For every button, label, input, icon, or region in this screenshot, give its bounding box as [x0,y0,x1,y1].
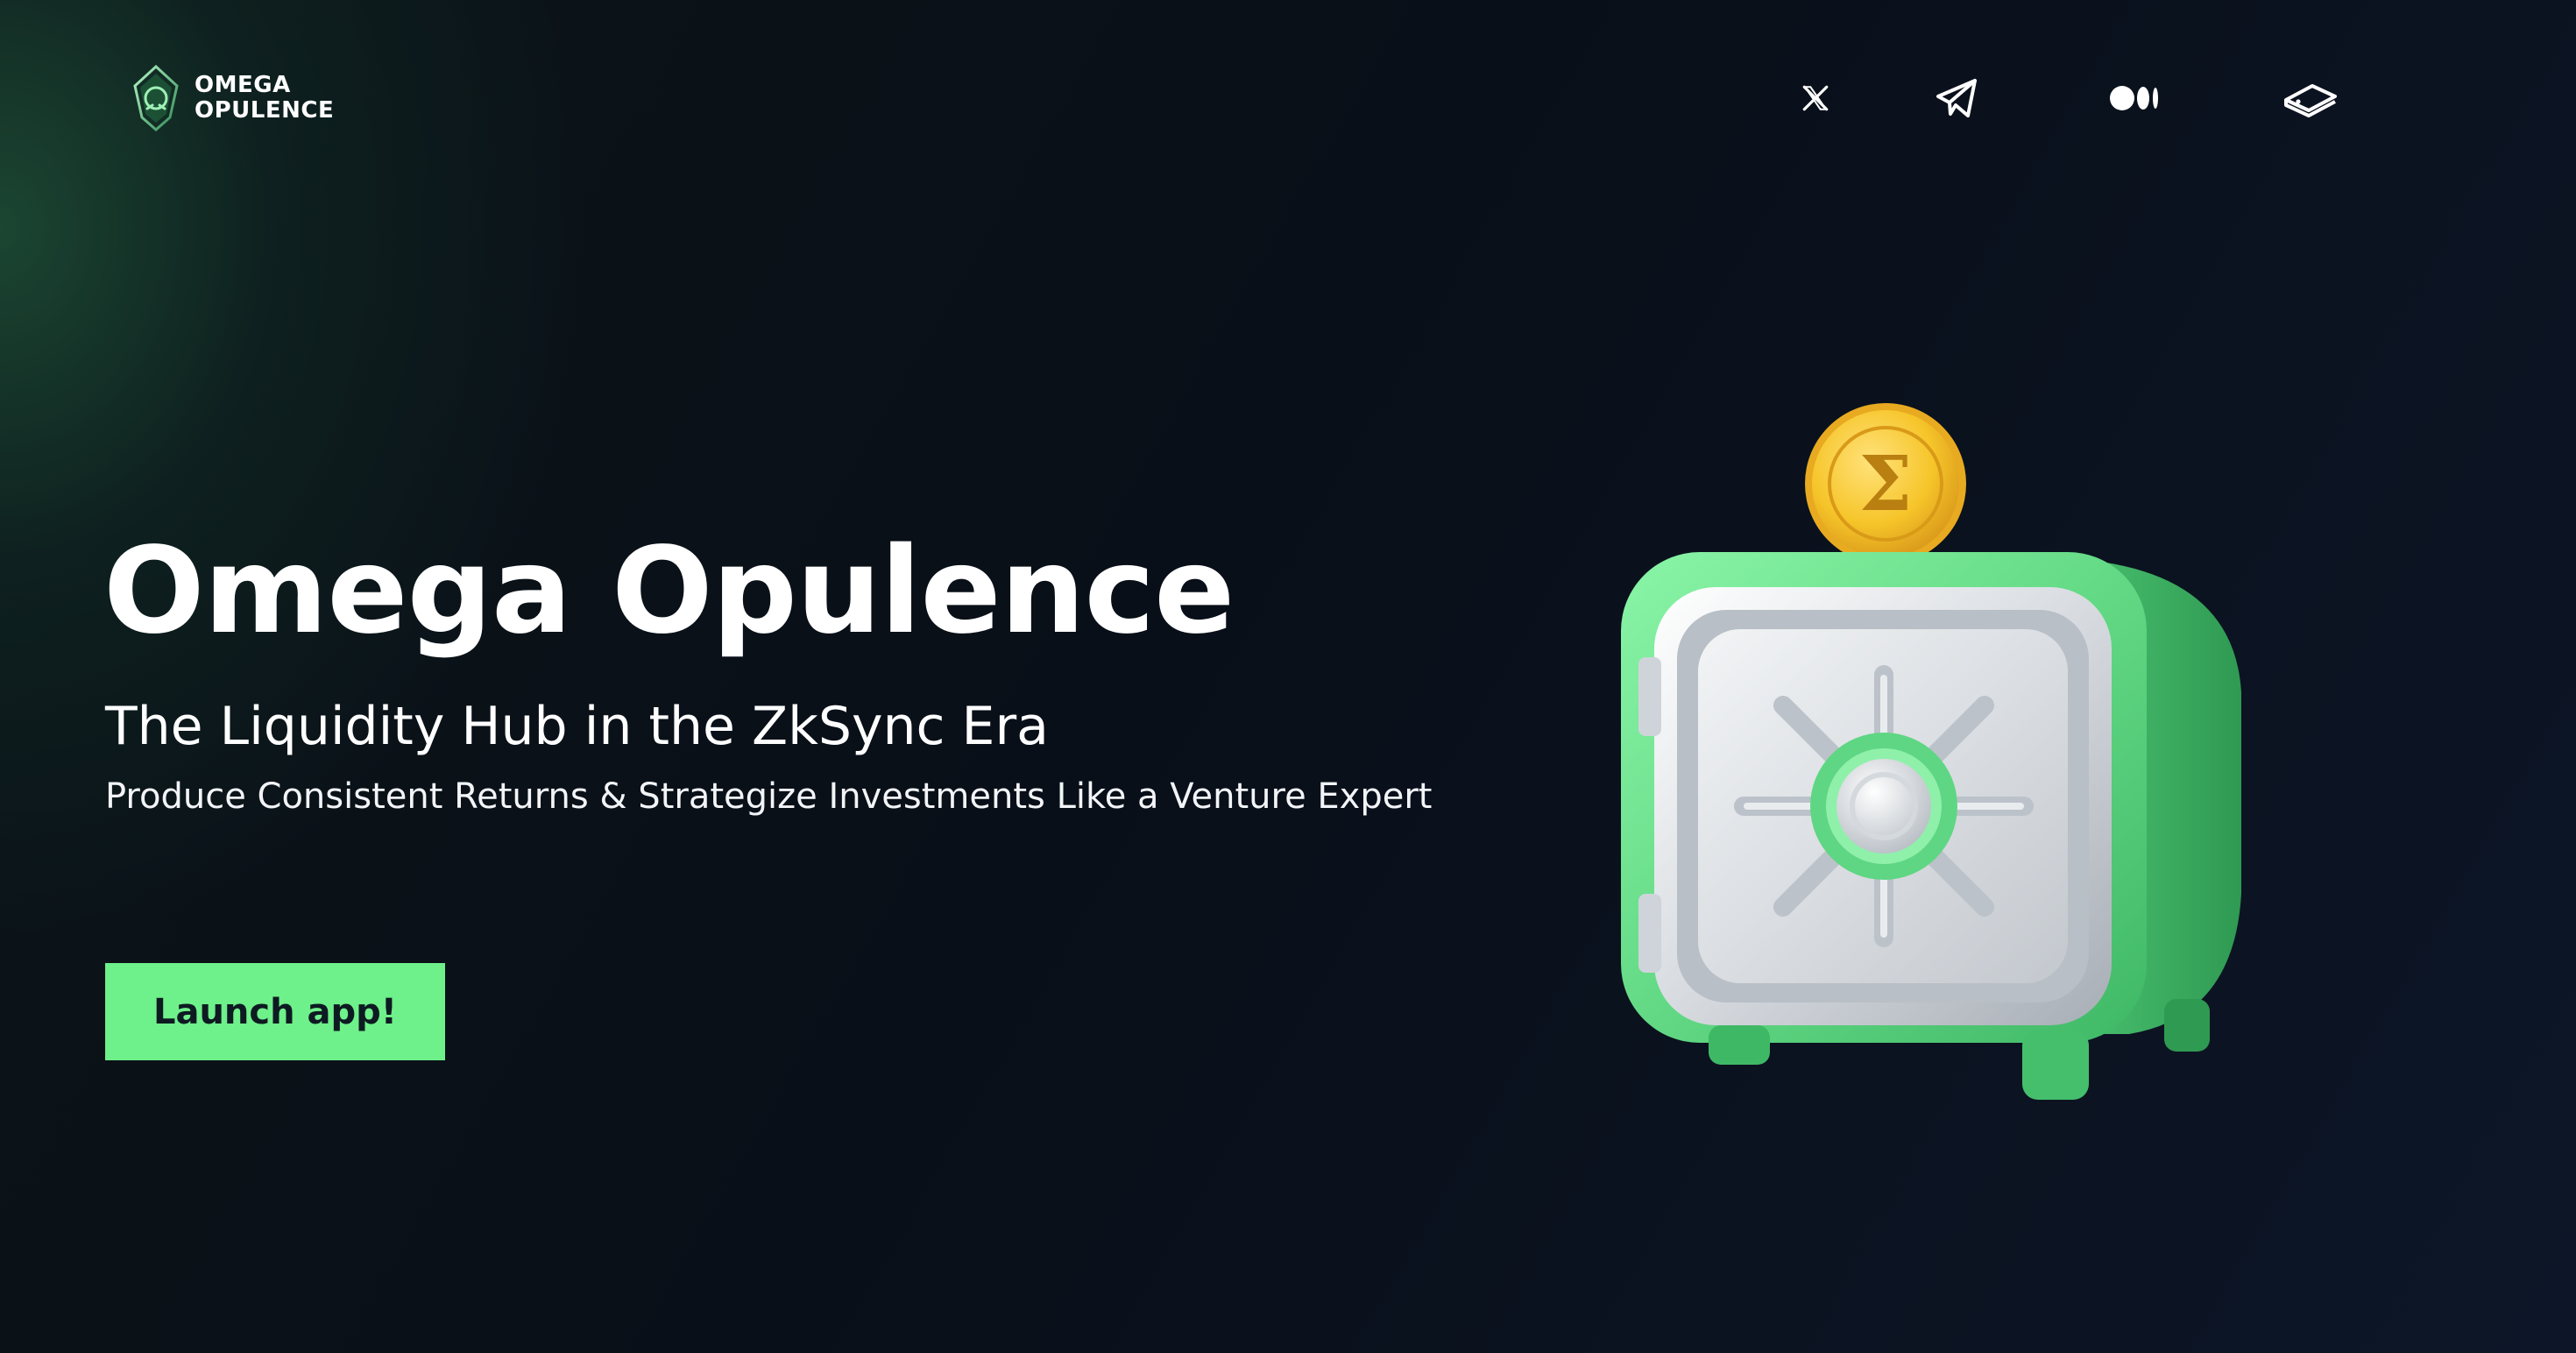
medium-link[interactable] [2107,70,2163,126]
brand-name-line2: OPULENCE [195,97,335,124]
landing-page: OMEGA OPULENCE Omega Opulence The Liquid… [0,0,2576,1353]
hero-tagline: Produce Consistent Returns & Strategize … [105,776,1433,817]
gitbook-icon [2284,84,2337,117]
omega-gem-logo-icon [133,65,179,131]
hero-subtitle: The Liquidity Hub in the ZkSync Era [105,696,1049,757]
coin: Σ [1805,403,1966,564]
x-icon [1802,85,1829,111]
x-link[interactable] [1787,70,1844,126]
brand-logo[interactable]: OMEGA OPULENCE [130,65,334,131]
telegram-link[interactable] [1929,70,1985,126]
safe-with-coin-image: Σ [1621,403,2241,1100]
launch-app-button[interactable]: Launch app! [105,963,445,1060]
svg-text:Σ: Σ [1859,440,1913,528]
medium-icon [2110,86,2158,110]
hero-title: Omega Opulence [103,522,1235,661]
social-links [1787,70,2348,126]
telegram-icon [1936,79,1977,117]
brand-name-line1: OMEGA [195,72,291,98]
gitbook-link[interactable] [2282,70,2339,126]
safe-illustration: Σ [1603,403,2287,1157]
brand-name: OMEGA OPULENCE [195,73,334,124]
